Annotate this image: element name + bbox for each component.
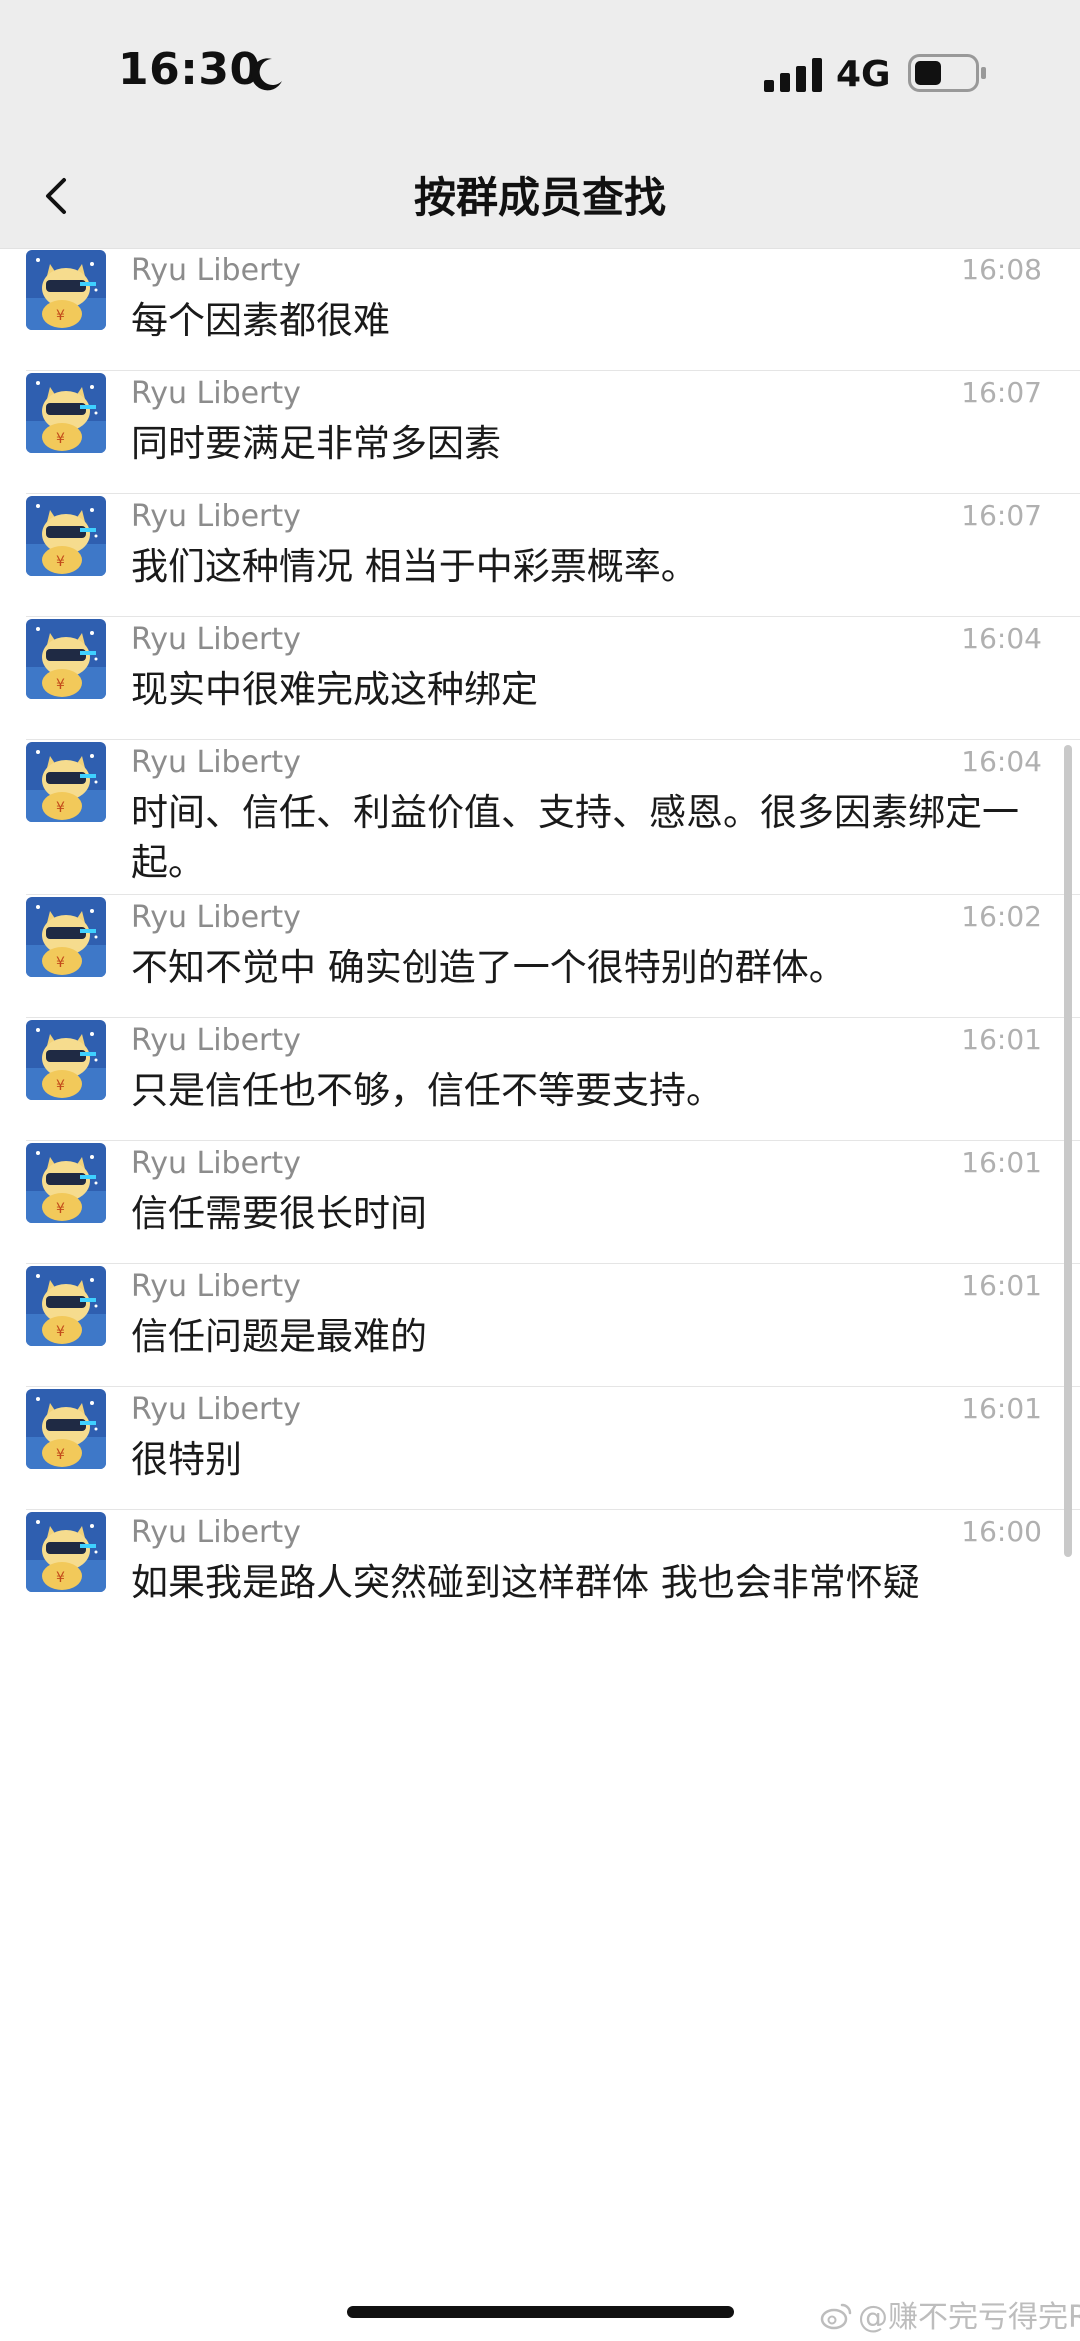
weibo-icon	[820, 2303, 852, 2330]
watermark-text: @赚不完亏得完R	[858, 2300, 1080, 2335]
sender-name: Ryu Liberty	[131, 1269, 301, 1304]
svg-text:¥: ¥	[56, 677, 65, 693]
avatar[interactable]: ¥	[26, 897, 106, 977]
message-text: 如果我是路人突然碰到这样群体 我也会非常怀疑	[131, 1561, 920, 1604]
sender-name: Ryu Liberty	[131, 376, 301, 411]
home-indicator[interactable]	[347, 2306, 734, 2318]
avatar[interactable]: ¥	[26, 1266, 106, 1346]
watermark: @赚不完亏得完R	[820, 2292, 1080, 2336]
sender-name: Ryu Liberty	[131, 253, 301, 288]
svg-text:¥: ¥	[56, 1324, 65, 1340]
message-time: 16:04	[961, 745, 1042, 778]
svg-text:¥: ¥	[56, 1570, 65, 1586]
svg-text:¥: ¥	[56, 1078, 65, 1094]
avatar[interactable]: ¥	[26, 250, 106, 330]
message-time: 16:01	[961, 1146, 1042, 1179]
message-time: 16:08	[961, 253, 1042, 286]
svg-text:¥: ¥	[56, 308, 65, 324]
message-time: 16:01	[961, 1023, 1042, 1056]
message-time: 16:00	[961, 1515, 1042, 1548]
svg-text:¥: ¥	[56, 800, 65, 816]
sender-name: Ryu Liberty	[131, 1515, 301, 1550]
message-time: 16:01	[961, 1392, 1042, 1425]
status-time: 16:30	[118, 44, 261, 95]
avatar[interactable]: ¥	[26, 619, 106, 699]
avatar[interactable]: ¥	[26, 1389, 106, 1469]
message-time: 16:01	[961, 1269, 1042, 1302]
avatar[interactable]: ¥	[26, 1020, 106, 1100]
sender-name: Ryu Liberty	[131, 900, 301, 935]
message-time: 16:04	[961, 622, 1042, 655]
signal-icon	[764, 58, 822, 92]
avatar[interactable]: ¥	[26, 496, 106, 576]
message-time: 16:07	[961, 376, 1042, 409]
svg-text:¥: ¥	[56, 431, 65, 447]
moon-icon	[251, 58, 282, 91]
status-bar: 16:30 4G	[0, 0, 1080, 150]
sender-name: Ryu Liberty	[131, 1146, 301, 1181]
scrollbar[interactable]	[1064, 745, 1072, 1557]
svg-text:¥: ¥	[56, 1447, 65, 1463]
avatar[interactable]: ¥	[26, 1512, 106, 1592]
avatar[interactable]: ¥	[26, 742, 106, 822]
message-time: 16:02	[961, 900, 1042, 933]
sender-name: Ryu Liberty	[131, 1023, 301, 1058]
sender-name: Ryu Liberty	[131, 1392, 301, 1427]
svg-text:¥: ¥	[56, 1201, 65, 1217]
avatar[interactable]: ¥	[26, 1143, 106, 1223]
sender-name: Ryu Liberty	[131, 622, 301, 657]
sender-name: Ryu Liberty	[131, 499, 301, 534]
svg-text:¥: ¥	[56, 554, 65, 570]
avatar[interactable]: ¥	[26, 373, 106, 453]
sender-name: Ryu Liberty	[131, 745, 301, 780]
message-item[interactable]: ¥ Ryu Liberty 16:00 如果我是路人突然碰到这样群体 我也会非常怀疑	[0, 1462, 1080, 1633]
battery-icon	[908, 54, 986, 92]
message-time: 16:07	[961, 499, 1042, 532]
svg-text:¥: ¥	[56, 955, 65, 971]
network-label: 4G	[836, 54, 891, 95]
